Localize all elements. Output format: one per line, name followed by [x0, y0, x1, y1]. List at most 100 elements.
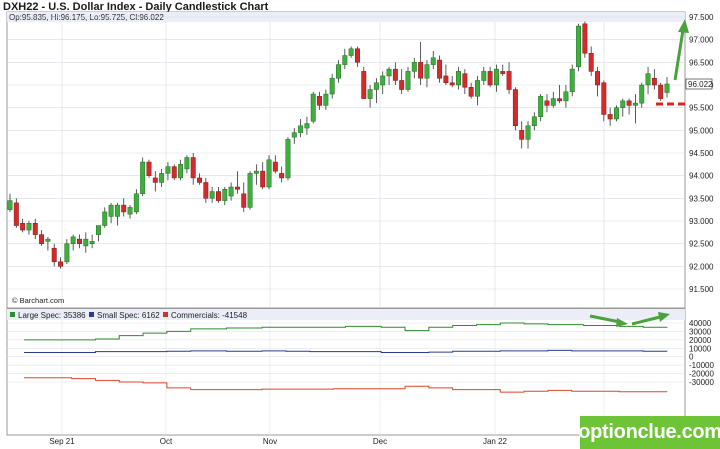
candle-up	[576, 25, 582, 68]
candle-down	[437, 59, 443, 79]
small-spec-legend: Small Spec: 6162	[97, 311, 160, 320]
candle-down	[32, 223, 38, 235]
candle-up	[285, 139, 291, 179]
candle-up	[620, 100, 626, 108]
candle-up	[45, 238, 51, 242]
candle-up	[253, 170, 259, 174]
date-tick-label: Jan 22	[483, 437, 508, 446]
candle-up	[209, 191, 215, 199]
candle-down	[512, 89, 518, 127]
candle-up	[178, 164, 184, 179]
candle-down	[449, 82, 455, 86]
candle-down	[418, 62, 424, 79]
candle-down	[146, 161, 152, 176]
candle-down	[171, 166, 177, 179]
candle-down	[152, 177, 158, 183]
candle-down	[626, 100, 632, 106]
candle-down	[234, 186, 240, 190]
price-tick-label: 92.000	[689, 262, 714, 271]
candle-up	[550, 98, 556, 106]
candle-down	[203, 182, 209, 199]
price-tick-label: 92.500	[689, 240, 714, 249]
chart-root: DXH22 - U.S. Dollar Index - Daily Candle…	[0, 0, 720, 449]
price-tick-label: 93.000	[689, 217, 714, 226]
candle-down	[462, 73, 468, 88]
candle-up	[304, 123, 310, 129]
last-price-label: 96.022	[688, 80, 713, 89]
candle-down	[361, 71, 367, 99]
candle-up	[266, 159, 272, 188]
candle-up	[380, 75, 386, 86]
candle-up	[64, 243, 70, 263]
candle-up	[89, 241, 95, 244]
candle-down	[582, 23, 588, 54]
candle-down	[216, 191, 221, 201]
brand-text: optionclue.com	[578, 421, 720, 443]
candle-up	[430, 57, 436, 65]
candle-down	[500, 71, 506, 74]
price-tick-label: 96.500	[689, 58, 714, 67]
date-tick-label: Dec	[373, 437, 387, 446]
candle-up	[184, 157, 190, 170]
candle-down	[190, 157, 196, 179]
candle-down	[317, 96, 323, 106]
candle-up	[632, 102, 638, 106]
candle-down	[39, 234, 45, 244]
candle-up	[95, 225, 101, 235]
candle-up	[538, 96, 544, 117]
candle-down	[51, 247, 57, 263]
candle-down	[557, 98, 563, 102]
candle-up	[329, 77, 335, 95]
candle-up	[7, 200, 13, 210]
candle-down	[443, 75, 449, 83]
candle-up	[70, 236, 76, 244]
ohlc-readout: Op:95.835, Hi:96.175, Lo:95.725, Cl:96.0…	[9, 13, 164, 22]
candle-up	[165, 166, 171, 174]
candle-up	[386, 68, 392, 77]
candle-down	[651, 77, 657, 86]
chart-svg: DXH22 - U.S. Dollar Index - Daily Candle…	[0, 0, 720, 449]
candle-up	[159, 173, 165, 183]
candle-up	[569, 68, 575, 93]
candle-up	[127, 207, 133, 215]
candle-up	[373, 82, 379, 90]
price-tick-label: 95.500	[689, 104, 714, 113]
cot-axis-ticks: 400003000020000100000-10000-20000-30000	[689, 319, 714, 387]
candle-down	[399, 80, 405, 90]
candle-up	[298, 125, 304, 133]
candle-up	[228, 186, 234, 197]
date-tick-label: Sep 21	[49, 437, 75, 446]
price-tick-label: 97.000	[689, 36, 714, 45]
candle-down	[607, 114, 613, 120]
candle-up	[525, 125, 531, 140]
candle-up	[493, 68, 499, 86]
candle-up	[222, 189, 228, 201]
large-spec-legend-swatch	[10, 312, 15, 317]
candle-up	[664, 83, 670, 93]
candle-up	[411, 62, 417, 72]
candle-up	[310, 93, 316, 122]
commercials-legend-swatch	[163, 312, 168, 317]
candle-down	[588, 53, 594, 72]
large-spec-legend: Large Spec: 35386	[18, 311, 86, 320]
price-tick-label: 93.500	[689, 194, 714, 203]
candle-up	[367, 89, 373, 99]
candle-up	[26, 223, 32, 231]
candle-up	[639, 84, 645, 104]
price-tick-label: 94.500	[689, 149, 714, 158]
candle-up	[424, 64, 430, 79]
candle-up	[83, 238, 89, 247]
candle-down	[506, 71, 512, 90]
candle-down	[279, 173, 285, 179]
candle-up	[614, 107, 619, 120]
candle-up	[563, 91, 569, 102]
brand-watermark: optionclue.com	[578, 416, 720, 449]
price-tick-label: 94.000	[689, 172, 714, 181]
price-tick-label: 95.000	[689, 126, 714, 135]
candle-up	[456, 71, 461, 86]
candle-down	[13, 202, 19, 226]
candle-up	[133, 193, 139, 213]
candle-up	[342, 55, 348, 65]
candle-up	[108, 204, 114, 217]
candle-up	[140, 161, 146, 195]
